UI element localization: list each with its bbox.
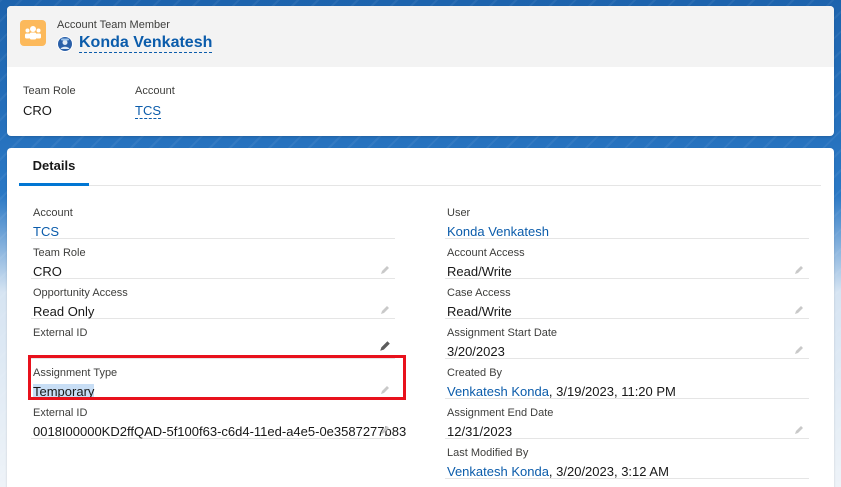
pencil-icon[interactable]	[793, 304, 805, 316]
field-label: User	[447, 207, 471, 219]
field-value: 12/31/2023	[447, 424, 513, 439]
record-name-link[interactable]: Konda Venkatesh	[79, 34, 213, 53]
record-header-top: Account Team Member Konda Venkatesh	[7, 6, 834, 67]
field-assignment-end-date: Assignment End Date 12/31/2023	[445, 399, 809, 439]
pencil-icon[interactable]	[793, 344, 805, 356]
field-label: Opportunity Access	[33, 287, 128, 299]
team-member-icon	[20, 20, 46, 46]
created-by-user-link[interactable]: Venkatesh Konda	[447, 384, 549, 399]
field-value: 3/20/2023	[447, 344, 505, 359]
pencil-icon[interactable]	[793, 424, 805, 436]
field-user: User Konda Venkatesh	[445, 199, 809, 239]
details-card: Details Account TCS Team Role CRO Opport…	[7, 148, 834, 487]
field-label: Assignment End Date	[447, 407, 554, 419]
field-label: External ID	[33, 327, 88, 339]
user-value-link[interactable]: Konda Venkatesh	[447, 224, 549, 239]
last-modified-user-link[interactable]: Venkatesh Konda	[447, 464, 549, 479]
field-value: Venkatesh Konda, 3/20/2023, 3:12 AM	[447, 464, 669, 479]
record-name-row: Konda Venkatesh	[57, 34, 213, 53]
field-label: Created By	[447, 367, 503, 379]
field-created-by: Created By Venkatesh Konda, 3/19/2023, 1…	[445, 359, 809, 399]
highlight-label: Account	[135, 85, 175, 97]
field-label: Last Modified By	[447, 447, 529, 459]
field-case-access: Case Access Read/Write	[445, 279, 809, 319]
field-label: Account	[33, 207, 73, 219]
field-label: External ID	[33, 407, 88, 419]
highlight-label: Team Role	[23, 85, 76, 97]
field-team-role: Team Role CRO	[31, 239, 395, 279]
field-value: Read/Write	[447, 304, 512, 319]
field-value: 0018I00000KD2ffQAD-5f100f63-c6d4-11ed-a4…	[33, 424, 407, 439]
last-modified-date: , 3/20/2023, 3:12 AM	[548, 464, 669, 479]
field-external-id-blank: External ID	[31, 319, 395, 359]
highlight-annotation-box	[28, 355, 406, 400]
field-opportunity-access: Opportunity Access Read Only	[31, 279, 395, 319]
highlight-account: Account TCS	[135, 85, 175, 119]
field-account-access: Account Access Read/Write	[445, 239, 809, 279]
field-label: Assignment Start Date	[447, 327, 558, 339]
highlight-value: CRO	[23, 103, 52, 118]
object-type-label: Account Team Member	[57, 19, 170, 31]
field-label: Case Access	[447, 287, 511, 299]
pencil-icon[interactable]	[379, 264, 391, 276]
field-value: Read Only	[33, 304, 95, 319]
user-avatar-icon	[57, 35, 73, 52]
pencil-icon[interactable]	[379, 340, 391, 352]
field-external-id: External ID 0018I00000KD2ffQAD-5f100f63-…	[31, 399, 406, 439]
account-link[interactable]: TCS	[135, 104, 161, 119]
field-account: Account TCS	[31, 199, 395, 239]
record-header: Account Team Member Konda Venkatesh Team…	[7, 6, 834, 136]
pencil-icon[interactable]	[379, 424, 391, 436]
field-label: Team Role	[33, 247, 86, 259]
field-value: Venkatesh Konda, 3/19/2023, 11:20 PM	[447, 384, 676, 399]
pencil-icon[interactable]	[379, 304, 391, 316]
field-last-modified-by: Last Modified By Venkatesh Konda, 3/20/2…	[445, 439, 809, 479]
tab-bar: Details	[19, 148, 821, 186]
pencil-icon[interactable]	[793, 264, 805, 276]
highlight-team-role: Team Role CRO	[23, 85, 76, 118]
account-value-link[interactable]: TCS	[33, 224, 59, 239]
field-label: Account Access	[447, 247, 525, 259]
field-assignment-start-date: Assignment Start Date 3/20/2023	[445, 319, 809, 359]
field-value: Read/Write	[447, 264, 512, 279]
field-value: CRO	[33, 264, 62, 279]
tab-details[interactable]: Details	[19, 148, 89, 186]
created-by-date: , 3/19/2023, 11:20 PM	[548, 384, 676, 399]
